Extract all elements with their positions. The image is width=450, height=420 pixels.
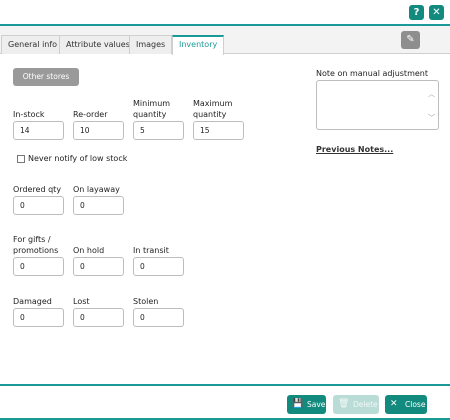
in-transit-input[interactable]: 0 — [133, 257, 184, 276]
max-qty-label-2: quantity — [193, 110, 227, 119]
save-button[interactable]: 💾 Save — [287, 395, 326, 414]
previous-notes-link[interactable]: Previous Notes... — [316, 145, 393, 154]
lost-label: Lost — [73, 297, 90, 306]
note-label: Note on manual adjustment — [316, 69, 428, 78]
footer-bar: 💾 Save 🗑 Delete ✕ Close — [0, 384, 450, 418]
other-stores-button[interactable]: Other stores — [13, 68, 79, 86]
x-icon: ✕ — [390, 399, 398, 409]
on-layaway-label: On layaway — [73, 185, 120, 194]
close-icon[interactable]: ✕ — [429, 5, 444, 20]
lost-input[interactable]: 0 — [73, 308, 124, 327]
close-label: Close — [405, 400, 426, 409]
max-qty-label-1: Maximum — [193, 99, 233, 108]
tab-general-info[interactable]: General info — [1, 35, 65, 54]
max-qty-input[interactable]: 15 — [193, 121, 244, 140]
never-notify-checkbox[interactable] — [17, 155, 25, 163]
min-qty-input[interactable]: 5 — [133, 121, 184, 140]
damaged-label: Damaged — [13, 297, 52, 306]
on-hold-label: On hold — [73, 246, 105, 255]
damaged-input[interactable]: 0 — [13, 308, 64, 327]
for-gifts-input[interactable]: 0 — [13, 257, 64, 276]
floppy-icon: 💾 — [292, 399, 304, 409]
for-gifts-label-1: For gifts / — [13, 235, 51, 244]
title-bar: ? ✕ — [0, 0, 450, 26]
ordered-qty-input[interactable]: 0 — [13, 196, 64, 215]
delete-label: Delete — [353, 400, 378, 409]
reorder-label: Re-order — [73, 110, 108, 119]
on-hold-input[interactable]: 0 — [73, 257, 124, 276]
in-stock-label: In-stock — [13, 110, 45, 119]
reorder-input[interactable]: 10 — [73, 121, 124, 140]
on-layaway-input[interactable]: 0 — [73, 196, 124, 215]
tab-inventory[interactable]: Inventory — [172, 35, 225, 55]
tab-attribute-values[interactable]: Attribute values — [59, 35, 137, 54]
close-button[interactable]: ✕ Close — [385, 395, 427, 414]
pencil-icon[interactable]: ✎ — [401, 31, 420, 49]
for-gifts-label-2: promotions — [13, 246, 59, 255]
delete-button[interactable]: 🗑 Delete — [333, 395, 379, 414]
tab-bar: General info Attribute values Images Inv… — [0, 26, 450, 55]
scroll-down-icon[interactable]: ﹀ — [428, 113, 435, 123]
in-transit-label: In transit — [133, 246, 169, 255]
ordered-qty-label: Ordered qty — [13, 185, 62, 194]
save-label: Save — [307, 400, 326, 409]
trash-icon: 🗑 — [338, 399, 350, 409]
scroll-up-icon[interactable]: ︿ — [428, 89, 435, 99]
stolen-input[interactable]: 0 — [133, 308, 184, 327]
never-notify-label: Never notify of low stock — [28, 154, 128, 163]
min-qty-label-1: Minimum — [133, 99, 171, 108]
stolen-label: Stolen — [133, 297, 159, 306]
question-icon[interactable]: ? — [409, 5, 424, 20]
min-qty-label-2: quantity — [133, 110, 167, 119]
tab-images[interactable]: Images — [129, 35, 173, 54]
note-textarea[interactable]: ︿ ﹀ — [316, 80, 439, 130]
in-stock-input[interactable]: 14 — [13, 121, 64, 140]
